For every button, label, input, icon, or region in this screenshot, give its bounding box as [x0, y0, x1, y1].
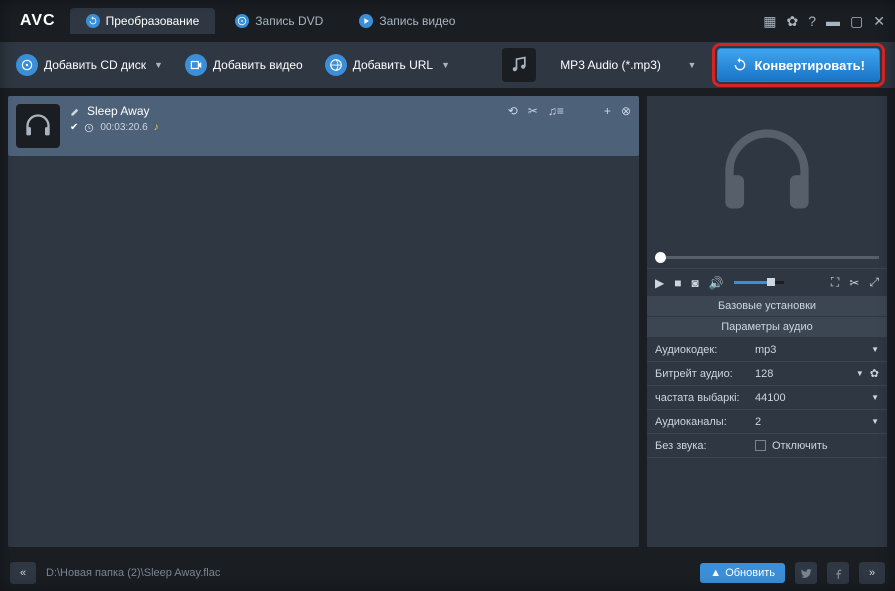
tab-label: Преобразование: [106, 14, 200, 28]
settings-icon[interactable]: ✿: [787, 13, 799, 30]
chevron-down-icon: ▼: [871, 417, 879, 426]
headphones-icon: [16, 104, 60, 148]
disc-plus-icon: [16, 54, 38, 76]
toolbar: Добавить CD диск ▼ Добавить видео Добави…: [0, 42, 895, 88]
expand-icon[interactable]: ⤢: [869, 275, 879, 290]
headphones-large-icon: [707, 121, 827, 221]
convert-highlight: Конвертировать!: [712, 43, 885, 87]
pencil-icon[interactable]: [70, 106, 81, 117]
tab-label: Запись DVD: [255, 14, 323, 28]
disc-icon: [235, 14, 249, 28]
tab-convert[interactable]: Преобразование: [70, 8, 216, 34]
maximize-icon[interactable]: ▢: [850, 13, 863, 30]
facebook-button[interactable]: [827, 562, 849, 584]
snapshot-button[interactable]: ◙: [691, 276, 698, 290]
update-button[interactable]: ▲ Обновить: [700, 563, 785, 583]
right-panel: ▶ ■ ◙ 🔊 ⛶ ✂ ⤢ Базовые установки Параметр…: [647, 96, 887, 547]
chevron-down-icon: ▼: [871, 345, 879, 354]
param-bitrate[interactable]: Битрейт аудио: 128 ▼ ✿: [647, 362, 887, 386]
duration: 00:03:20.6: [100, 122, 147, 133]
chevron-down-icon: ▼: [441, 60, 450, 70]
app-logo: AVC: [10, 12, 66, 30]
param-channels[interactable]: Аудиоканалы: 2 ▼: [647, 410, 887, 434]
menu-icon[interactable]: ▦: [763, 13, 776, 30]
collapse-left-button[interactable]: «: [10, 562, 36, 584]
format-select[interactable]: MP3 Audio (*.mp3): [546, 58, 676, 72]
video-plus-icon: [185, 54, 207, 76]
remove-icon[interactable]: ⊗: [621, 104, 631, 118]
add-url-button[interactable]: Добавить URL ▼: [319, 50, 456, 80]
btn-label: Конвертировать!: [754, 58, 865, 73]
note-icon: ♪: [154, 122, 159, 133]
stop-button[interactable]: ■: [674, 276, 681, 290]
btn-label: Добавить видео: [213, 58, 303, 72]
add-cd-button[interactable]: Добавить CD диск ▼: [10, 50, 169, 80]
tab-record[interactable]: Запись видео: [343, 8, 471, 34]
audio-settings-header: Параметры аудио: [647, 317, 887, 338]
fullscreen-icon[interactable]: ⛶: [831, 275, 839, 290]
arrow-up-icon: ▲: [710, 567, 721, 579]
app-window: AVC Преобразование Запись DVD Запись вид…: [0, 0, 895, 591]
main-area: Sleep Away ⟲ ✂ ♫≡ + ⊗ ✔ 00:03:: [0, 88, 895, 555]
convert-button[interactable]: Конвертировать!: [717, 48, 880, 82]
mute-checkbox[interactable]: [755, 440, 766, 451]
music-list-icon[interactable]: ♫≡: [548, 104, 564, 118]
help-icon[interactable]: ?: [808, 13, 816, 29]
chevron-down-icon[interactable]: ▼: [688, 60, 697, 70]
statusbar: « D:\Новая папка (2)\Sleep Away.flac ▲ О…: [0, 555, 895, 591]
chevron-down-icon: ▼: [856, 369, 864, 378]
volume-slider[interactable]: [734, 281, 784, 284]
add-icon[interactable]: +: [604, 104, 611, 118]
seek-slider[interactable]: [647, 246, 887, 268]
collapse-right-button[interactable]: »: [859, 562, 885, 584]
file-item[interactable]: Sleep Away ⟲ ✂ ♫≡ + ⊗ ✔ 00:03:: [8, 96, 639, 156]
param-mute[interactable]: Без звука: Отключить: [647, 434, 887, 458]
refresh-icon: [86, 14, 100, 28]
refresh-icon[interactable]: ⟲: [508, 104, 518, 118]
cut-icon[interactable]: ✂: [528, 104, 538, 118]
file-info: Sleep Away ⟲ ✂ ♫≡ + ⊗ ✔ 00:03:: [70, 104, 631, 133]
tab-dvd[interactable]: Запись DVD: [219, 8, 339, 34]
file-list-panel: Sleep Away ⟲ ✂ ♫≡ + ⊗ ✔ 00:03:: [8, 96, 639, 547]
close-icon[interactable]: ✕: [873, 13, 885, 30]
chevron-down-icon: ▼: [871, 393, 879, 402]
refresh-icon: [732, 57, 748, 73]
player-controls: ▶ ■ ◙ 🔊 ⛶ ✂ ⤢: [647, 268, 887, 296]
add-video-button[interactable]: Добавить видео: [179, 50, 309, 80]
preview-area: [647, 96, 887, 246]
check-icon[interactable]: ✔: [70, 122, 78, 133]
param-codec[interactable]: Аудиокодек: mp3 ▼: [647, 338, 887, 362]
music-note-icon[interactable]: [502, 48, 536, 82]
globe-plus-icon: [325, 54, 347, 76]
chevron-down-icon: ▼: [154, 60, 163, 70]
twitter-button[interactable]: [795, 562, 817, 584]
base-settings-header: Базовые установки: [647, 296, 887, 317]
gear-icon[interactable]: ✿: [870, 367, 879, 380]
play-button[interactable]: ▶: [655, 276, 664, 290]
param-samplerate[interactable]: частата выбаркі: 44100 ▼: [647, 386, 887, 410]
output-path[interactable]: D:\Новая папка (2)\Sleep Away.flac: [46, 567, 690, 579]
play-icon: [359, 14, 373, 28]
titlebar: AVC Преобразование Запись DVD Запись вид…: [0, 0, 895, 42]
window-controls: ▦ ✿ ? ▬ ▢ ✕: [763, 13, 885, 30]
volume-icon[interactable]: 🔊: [709, 276, 724, 290]
tab-label: Запись видео: [379, 14, 455, 28]
minimize-icon[interactable]: ▬: [826, 13, 840, 29]
clock-icon: [84, 123, 94, 133]
btn-label: Добавить CD диск: [44, 58, 146, 72]
format-area: MP3 Audio (*.mp3) ▼ Конвертировать!: [502, 43, 885, 87]
file-name: Sleep Away: [87, 104, 150, 118]
btn-label: Добавить URL: [353, 58, 433, 72]
cut-icon[interactable]: ✂: [849, 276, 859, 290]
